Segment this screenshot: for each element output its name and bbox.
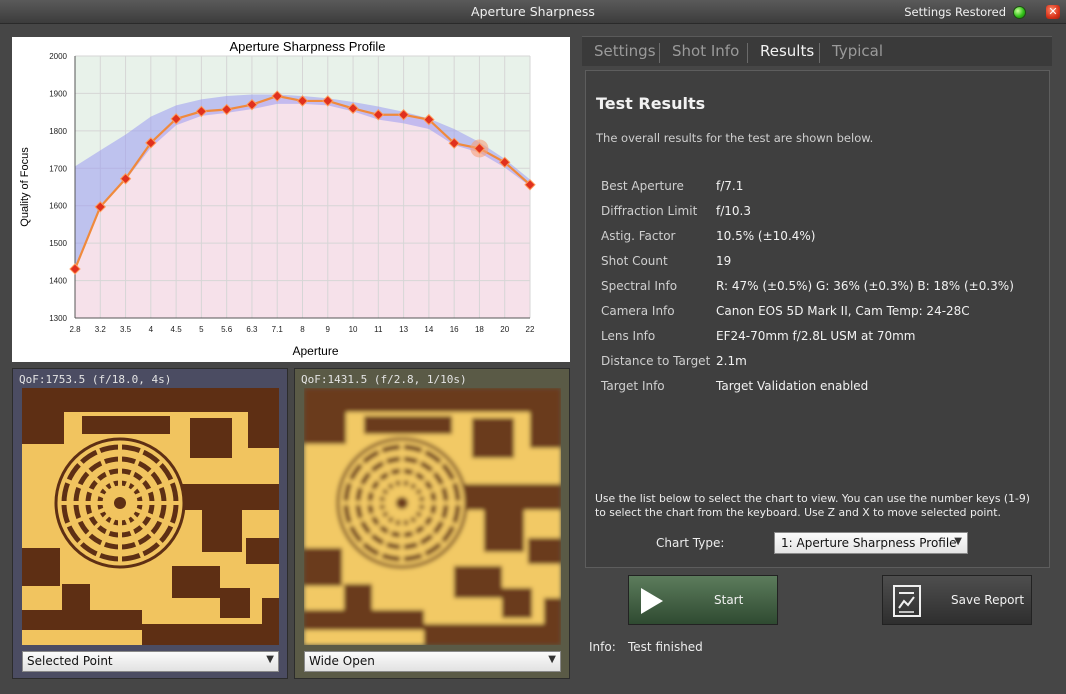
x-tick-label: 5 xyxy=(199,325,204,334)
y-tick-label: 1700 xyxy=(49,164,67,173)
x-tick-label: 7.1 xyxy=(272,325,284,334)
status-led-icon xyxy=(1013,6,1026,19)
result-value: R: 47% (±0.5%) G: 36% (±0.3%) B: 18% (±0… xyxy=(716,279,1014,293)
x-axis-label: Aperture xyxy=(292,344,338,358)
x-tick-label: 14 xyxy=(424,325,433,334)
result-key: Astig. Factor xyxy=(601,229,676,243)
start-label: Start xyxy=(714,593,744,607)
x-tick-label: 16 xyxy=(450,325,459,334)
tab-shot-info[interactable]: Shot Info xyxy=(672,42,739,60)
result-key: Shot Count xyxy=(601,254,668,268)
x-tick-label: 5.6 xyxy=(221,325,233,334)
tab-results[interactable]: Results xyxy=(760,42,814,60)
x-tick-label: 9 xyxy=(326,325,331,334)
x-tick-label: 8 xyxy=(300,325,305,334)
chart-help-text: Use the list below to select the chart t… xyxy=(595,492,1030,519)
x-tick-label: 4.5 xyxy=(171,325,183,334)
x-tick-label: 13 xyxy=(399,325,408,334)
preview-select-value: Wide Open xyxy=(309,654,375,668)
y-tick-label: 1800 xyxy=(49,127,67,136)
y-tick-label: 1300 xyxy=(49,314,67,323)
info-value: Test finished xyxy=(628,640,703,654)
x-tick-label: 6.3 xyxy=(246,325,258,334)
status-text: Settings Restored xyxy=(904,5,1006,19)
results-intro: The overall results for the test are sho… xyxy=(596,131,874,145)
results-heading: Test Results xyxy=(596,94,706,113)
x-tick-label: 20 xyxy=(500,325,509,334)
tab-settings[interactable]: Settings xyxy=(594,42,656,60)
chevron-down-icon: ▼ xyxy=(266,654,274,665)
x-tick-label: 2.8 xyxy=(69,325,81,334)
y-tick-label: 1500 xyxy=(49,239,67,248)
result-key: Best Aperture xyxy=(601,179,684,193)
y-tick-label: 1900 xyxy=(49,89,67,98)
report-icon xyxy=(893,585,921,617)
result-value: f/7.1 xyxy=(716,179,744,193)
preview-select-left[interactable]: Selected Point ▼ xyxy=(22,651,279,672)
result-key: Spectral Info xyxy=(601,279,678,293)
y-tick-label: 2000 xyxy=(49,52,67,61)
x-tick-label: 3.2 xyxy=(95,325,107,334)
result-value: 10.5% (±10.4%) xyxy=(716,229,816,243)
result-value: 2.1m xyxy=(716,354,747,368)
tab-divider xyxy=(819,43,820,63)
tab-divider xyxy=(747,43,748,63)
result-key: Camera Info xyxy=(601,304,675,318)
wide-open-preview: QoF:1431.5 (f/2.8, 1/10s) Wide Open ▼ xyxy=(294,368,570,679)
selected-point-preview: QoF:1753.5 (f/18.0, 4s) Selected Point ▼ xyxy=(12,368,288,679)
chart-title: Aperture Sharpness Profile xyxy=(229,39,385,54)
chart-type-select[interactable]: 1: Aperture Sharpness Profile ▼ xyxy=(774,532,968,554)
result-value: Canon EOS 5D Mark II, Cam Temp: 24-28C xyxy=(716,304,970,318)
x-tick-label: 10 xyxy=(349,325,358,334)
results-panel: Test Results The overall results for the… xyxy=(585,70,1050,568)
x-tick-label: 18 xyxy=(475,325,484,334)
result-value: 19 xyxy=(716,254,732,268)
tab-bar: Settings Shot Info Results Typical xyxy=(582,36,1052,66)
y-axis-label: Quality of Focus xyxy=(19,147,31,227)
target-image xyxy=(304,388,561,645)
tab-typical[interactable]: Typical xyxy=(832,42,883,60)
close-icon[interactable]: ✕ xyxy=(1046,5,1060,19)
preview-select-value: Selected Point xyxy=(27,654,113,668)
preview-caption: QoF:1753.5 (f/18.0, 4s) xyxy=(19,373,172,386)
result-key: Diffraction Limit xyxy=(601,204,698,218)
x-tick-label: 3.5 xyxy=(120,325,132,334)
result-value: f/10.3 xyxy=(716,204,751,218)
x-tick-label: 4 xyxy=(149,325,154,334)
target-image xyxy=(22,388,279,645)
y-tick-label: 1600 xyxy=(49,202,67,211)
start-button[interactable]: Start xyxy=(628,575,778,625)
chart-type-label: Chart Type: xyxy=(656,536,725,550)
save-report-button[interactable]: Save Report xyxy=(882,575,1032,625)
result-value: EF24-70mm f/2.8L USM at 70mm xyxy=(716,329,916,343)
save-report-label: Save Report xyxy=(951,593,1025,607)
x-tick-label: 11 xyxy=(374,325,383,334)
preview-select-right[interactable]: Wide Open ▼ xyxy=(304,651,561,672)
x-tick-label: 22 xyxy=(526,325,535,334)
chevron-down-icon: ▼ xyxy=(548,654,556,665)
title-bar: Aperture Sharpness Settings Restored ✕ xyxy=(0,0,1066,24)
result-value: Target Validation enabled xyxy=(716,379,869,393)
result-key: Target Info xyxy=(601,379,665,393)
aperture-sharpness-chart[interactable]: 1300 1400 1500 1600 1700 1800 1900 2000 2.8 3.2 3.… xyxy=(12,37,570,362)
chart-svg: 1300 1400 1500 1600 1700 1800 1900 2000 2.8 3.2 3.… xyxy=(19,39,536,358)
result-key: Distance to Target xyxy=(601,354,711,368)
tab-divider xyxy=(659,43,660,63)
chevron-down-icon: ▼ xyxy=(954,536,962,547)
preview-caption: QoF:1431.5 (f/2.8, 1/10s) xyxy=(301,373,467,386)
y-tick-label: 1400 xyxy=(49,277,67,286)
info-label: Info: xyxy=(589,640,616,654)
play-icon xyxy=(641,588,663,614)
result-key: Lens Info xyxy=(601,329,656,343)
chart-type-value: 1: Aperture Sharpness Profile xyxy=(781,536,957,550)
